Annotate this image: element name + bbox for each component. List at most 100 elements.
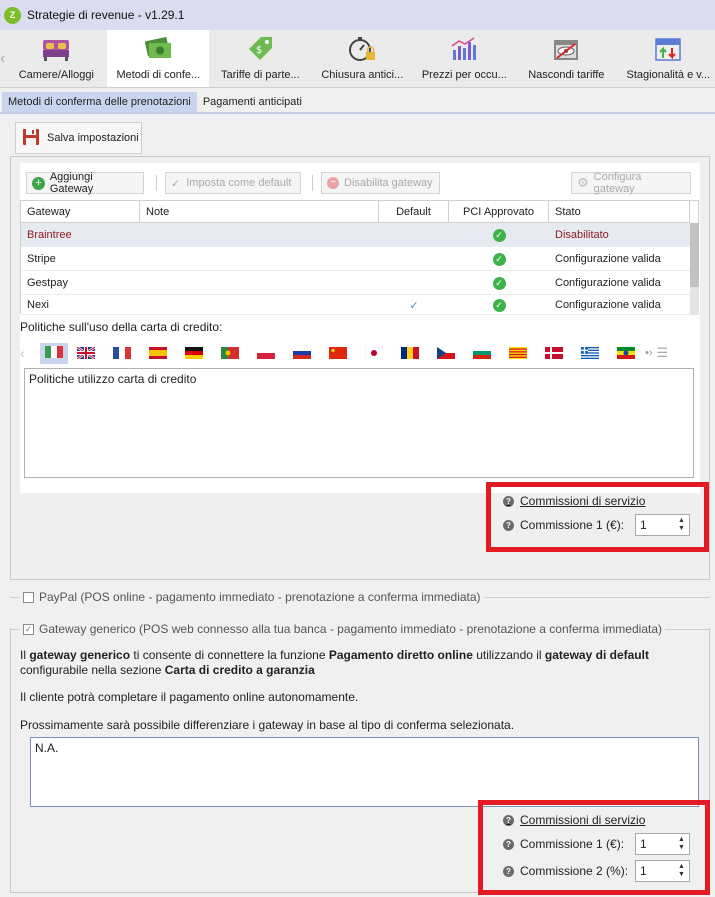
generic-gateway-note-2: Prossimamente sarà possibile differenzia… xyxy=(20,718,515,732)
add-gateway-button[interactable]: + Aggiungi Gateway xyxy=(26,171,144,195)
gear-icon: ⚙ xyxy=(577,175,589,190)
disable-gateway-button[interactable]: − Disabilita gateway xyxy=(321,172,440,194)
gateway-table: Gateway Note Default PCI Approvato Stato… xyxy=(20,200,699,315)
ribbon-item-partner-rates[interactable]: $ Tariffe di parte... xyxy=(209,30,311,87)
floppy-disk-icon xyxy=(22,128,40,149)
chevron-left-icon[interactable]: ‹ xyxy=(20,345,32,361)
tab-advance-payments[interactable]: Pagamenti anticipati xyxy=(197,92,308,112)
flag-pt-icon[interactable] xyxy=(221,347,239,359)
fee1-label: Commissione 1 (€): xyxy=(520,518,625,532)
ribbon-item-hide-rates[interactable]: Nascondi tariffe xyxy=(515,30,617,87)
column-header-status[interactable]: Stato xyxy=(549,201,690,223)
fee1-label-2: Commissione 1 (€): xyxy=(520,837,625,851)
ribbon-label: Tariffe di parte... xyxy=(220,69,300,81)
window-title: Strategie di revenue - v1.29.1 xyxy=(27,8,185,22)
column-header-gateway[interactable]: Gateway xyxy=(21,201,140,223)
ribbon-item-confirmation-methods[interactable]: Metodi di confe... xyxy=(107,30,210,87)
flag-bg-icon[interactable] xyxy=(473,347,491,359)
flag-ca-icon[interactable] xyxy=(509,347,527,359)
sub-tabs: Metodi di conferma delle prenotazioni Pa… xyxy=(0,92,715,114)
generic-gateway-textarea[interactable]: N.A. xyxy=(30,737,699,807)
ribbon-label: Stagionalità e v... xyxy=(626,69,711,81)
generic-gateway-description: Il gateway generico ti consente di conne… xyxy=(20,648,649,677)
flag-de-icon[interactable] xyxy=(185,347,203,359)
fee1-stepper-2[interactable]: 1 ▲ ▼ xyxy=(635,833,690,855)
ribbon-item-occupancy-prices[interactable]: Prezzi per occu... xyxy=(413,30,515,87)
generic-gateway-checkbox[interactable]: ✓ xyxy=(23,623,34,635)
service-fees-link-2[interactable]: ? Commissioni di servizio xyxy=(503,813,645,827)
paypal-option[interactable]: PayPal (POS online - pagamento immediato… xyxy=(20,590,484,604)
credit-card-policy-textarea[interactable]: Politiche utilizzo carta di credito xyxy=(24,368,694,478)
table-row[interactable]: Nexi ✓ ✓ Configurazione valida xyxy=(21,295,690,315)
check-icon: ✓ xyxy=(171,177,181,190)
generic-gateway-label: Gateway generico (POS web connesso alla … xyxy=(39,622,662,636)
flag-ru-icon[interactable] xyxy=(293,347,311,359)
ribbon-item-early-closing[interactable]: Chiusura antici... xyxy=(311,30,413,87)
flag-fr-icon[interactable] xyxy=(113,347,131,359)
cell-gateway: Nexi xyxy=(27,299,50,311)
flag-pl-icon[interactable] xyxy=(257,347,275,359)
cell-note xyxy=(140,223,379,247)
stepper-arrows-icon[interactable]: ▲ ▼ xyxy=(677,517,686,533)
configure-gateway-button[interactable]: ⚙ Configura gateway xyxy=(571,171,691,195)
column-header-pci[interactable]: PCI Approvato xyxy=(449,201,549,223)
flag-dk-icon[interactable] xyxy=(545,347,563,359)
toolbar-separator xyxy=(156,175,157,191)
help-icon: ? xyxy=(503,814,514,826)
fee1-row: ? Commissione 1 (€): xyxy=(503,518,624,532)
fee2-stepper[interactable]: 1 ▲ ▼ xyxy=(635,860,690,882)
set-default-button[interactable]: ✓ Imposta come default xyxy=(165,172,301,194)
service-fees-link[interactable]: ? Commissioni di servizio xyxy=(503,494,645,508)
cell-pci: ✓ xyxy=(449,271,549,295)
service-fees-title-2: Commissioni di servizio xyxy=(520,813,646,827)
table-row[interactable]: Stripe ✓ Configurazione valida xyxy=(21,247,690,271)
add-gateway-label: Aggiungi Gateway xyxy=(49,171,94,195)
table-scrollbar[interactable] xyxy=(690,223,699,315)
more-flags-icon[interactable]: •› xyxy=(645,347,653,359)
ribbon-toolbar: ‹ Camere/Alloggi Metodi di confe... $ Ta… xyxy=(0,30,715,88)
fee2-label: Commissione 2 (%): xyxy=(520,864,629,878)
tab-confirmation-methods[interactable]: Metodi di conferma delle prenotazioni xyxy=(2,92,197,112)
cell-gateway: Gestpay xyxy=(27,277,68,289)
flag-gr-icon[interactable] xyxy=(581,347,599,359)
column-header-note[interactable]: Note xyxy=(140,201,379,223)
flag-italian[interactable] xyxy=(40,342,68,364)
fee2-row: ? Commissione 2 (%): xyxy=(503,864,628,878)
column-header-default[interactable]: Default xyxy=(379,201,449,223)
save-settings-button[interactable]: Salva impostazioni xyxy=(15,122,142,154)
paypal-label: PayPal (POS online - pagamento immediato… xyxy=(39,590,481,604)
green-check-icon: ✓ xyxy=(492,298,506,312)
toolbar-separator xyxy=(312,175,313,191)
fee1-stepper[interactable]: 1 ▲ ▼ xyxy=(635,514,690,536)
cell-status: Configurazione valida xyxy=(555,277,661,289)
cell-note xyxy=(140,271,379,295)
list-view-icon[interactable]: ☰ xyxy=(657,345,669,361)
table-row[interactable]: Braintree ✓ Disabilitato xyxy=(21,223,690,247)
cell-note xyxy=(140,247,379,271)
disable-gateway-label: Disabilita gateway xyxy=(344,177,433,189)
ribbon-item-seasonality[interactable]: Stagionalità e v... xyxy=(617,30,715,87)
flag-es-icon[interactable] xyxy=(149,347,167,359)
flag-jp-icon[interactable] xyxy=(365,347,383,359)
stopwatch-lock-icon xyxy=(347,35,377,63)
ribbon-item-rooms[interactable]: Camere/Alloggi xyxy=(5,30,107,87)
scrollbar-thumb[interactable] xyxy=(690,223,699,287)
generic-gateway-option[interactable]: ✓ Gateway generico (POS web connesso all… xyxy=(20,622,665,636)
cell-pci: ✓ xyxy=(449,223,549,247)
title-bar: Z Strategie di revenue - v1.29.1 xyxy=(0,0,715,30)
fee1-row-2: ? Commissione 1 (€): xyxy=(503,837,624,851)
flag-uk-icon[interactable] xyxy=(77,347,95,359)
flag-cz-icon[interactable] xyxy=(437,347,455,359)
gateway-toolbar: + Aggiungi Gateway ✓ Imposta come defaul… xyxy=(26,171,696,195)
paypal-checkbox[interactable] xyxy=(23,591,34,603)
flag-cn-icon[interactable] xyxy=(329,347,347,359)
bar-chart-icon xyxy=(449,35,479,63)
stepper-arrows-icon[interactable]: ▲ ▼ xyxy=(677,836,686,852)
flag-ro-icon[interactable] xyxy=(401,347,419,359)
stepper-arrows-icon[interactable]: ▲ ▼ xyxy=(677,863,686,879)
table-row[interactable]: Gestpay ✓ Configurazione valida xyxy=(21,271,690,295)
flag-et-icon[interactable] xyxy=(617,347,635,359)
default-check-icon: ✓ xyxy=(409,299,419,312)
language-flags-bar: ‹ •› ☰ xyxy=(20,342,700,364)
ribbon-label: Prezzi per occu... xyxy=(421,69,507,81)
